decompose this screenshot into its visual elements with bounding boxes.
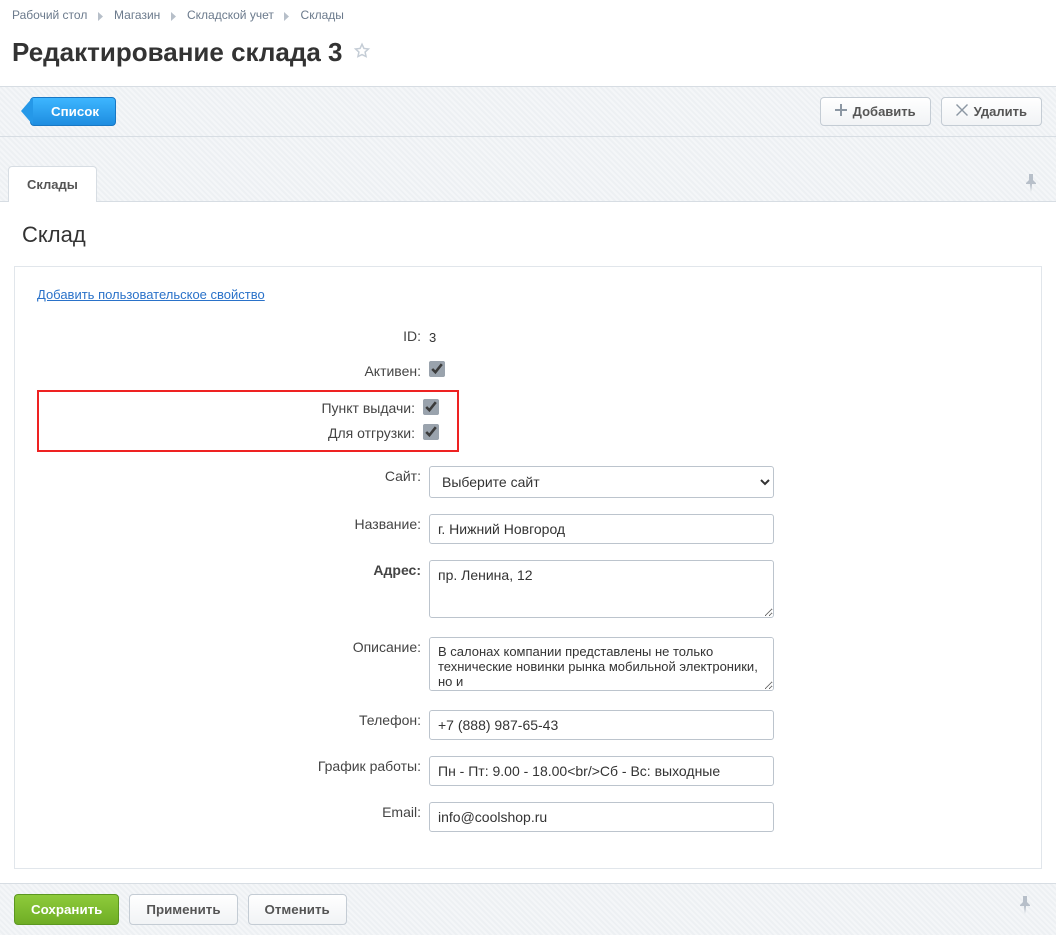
tab-warehouses[interactable]: Склады bbox=[8, 166, 97, 202]
delete-button[interactable]: Удалить bbox=[941, 97, 1042, 126]
pin-icon[interactable] bbox=[1018, 896, 1042, 923]
highlight-frame: Пункт выдачи: Для отгрузки: bbox=[37, 390, 459, 452]
description-input[interactable]: В салонах компании представлены не тольк… bbox=[429, 637, 774, 691]
section-heading: Склад bbox=[14, 222, 1042, 248]
site-select[interactable]: Выберите сайт bbox=[429, 466, 774, 498]
site-label: Сайт: bbox=[37, 462, 429, 484]
page-title: Редактирование склада 3 bbox=[12, 37, 343, 68]
email-label: Email: bbox=[37, 798, 429, 820]
breadcrumb-desktop[interactable]: Рабочий стол bbox=[12, 8, 87, 22]
address-label: Адрес: bbox=[37, 556, 429, 578]
breadcrumb-warehouses[interactable]: Склады bbox=[301, 8, 344, 22]
id-value: 3 bbox=[429, 326, 436, 345]
description-label: Описание: bbox=[37, 633, 429, 655]
cancel-button[interactable]: Отменить bbox=[248, 894, 347, 925]
apply-button[interactable]: Применить bbox=[129, 894, 237, 925]
breadcrumb-shop[interactable]: Магазин bbox=[114, 8, 160, 22]
chevron-right-icon bbox=[171, 9, 177, 23]
pickup-label: Пункт выдачи: bbox=[39, 400, 423, 416]
toolbar: Список Добавить Удалить bbox=[0, 86, 1056, 137]
phone-input[interactable] bbox=[429, 710, 774, 740]
add-user-property-link[interactable]: Добавить пользовательское свойство bbox=[37, 287, 265, 302]
chevron-right-icon bbox=[284, 9, 290, 23]
breadcrumb-inventory[interactable]: Складской учет bbox=[187, 8, 274, 22]
save-button[interactable]: Сохранить bbox=[14, 894, 119, 925]
shipping-checkbox[interactable] bbox=[423, 424, 439, 440]
phone-label: Телефон: bbox=[37, 706, 429, 728]
name-input[interactable] bbox=[429, 514, 774, 544]
email-input[interactable] bbox=[429, 802, 774, 832]
form-panel: Добавить пользовательское свойство ID: 3… bbox=[14, 266, 1042, 869]
active-checkbox[interactable] bbox=[429, 361, 445, 377]
delete-button-label: Удалить bbox=[974, 104, 1027, 119]
pickup-checkbox[interactable] bbox=[423, 399, 439, 415]
id-label: ID: bbox=[37, 322, 429, 344]
address-input[interactable]: пр. Ленина, 12 bbox=[429, 560, 774, 618]
active-label: Активен: bbox=[37, 357, 429, 379]
chevron-right-icon bbox=[98, 9, 104, 23]
name-label: Название: bbox=[37, 510, 429, 532]
breadcrumb: Рабочий стол Магазин Складской учет Скла… bbox=[0, 0, 1056, 27]
add-button-label: Добавить bbox=[853, 104, 916, 119]
footer-toolbar: Сохранить Применить Отменить bbox=[0, 883, 1056, 935]
schedule-input[interactable] bbox=[429, 756, 774, 786]
close-icon bbox=[956, 104, 968, 119]
plus-icon bbox=[835, 104, 847, 119]
shipping-label: Для отгрузки: bbox=[39, 425, 423, 441]
schedule-label: График работы: bbox=[37, 752, 429, 774]
list-button[interactable]: Список bbox=[30, 97, 116, 126]
add-button[interactable]: Добавить bbox=[820, 97, 931, 126]
pin-icon[interactable] bbox=[1024, 174, 1048, 201]
star-icon[interactable] bbox=[353, 42, 371, 63]
